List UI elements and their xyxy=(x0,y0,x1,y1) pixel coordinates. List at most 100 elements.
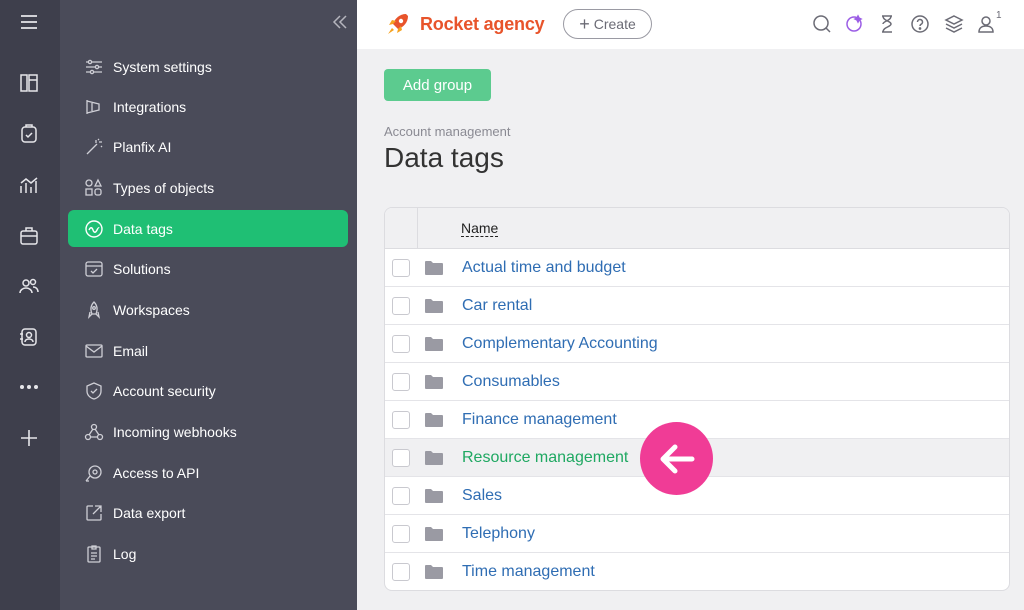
hourglass-icon[interactable] xyxy=(876,13,898,35)
sidebar-item-data-tags[interactable]: Data tags xyxy=(68,210,348,247)
sidebar-item-incoming-webhooks[interactable]: Incoming webhooks xyxy=(68,413,348,450)
settings-sidebar: System settings Integrations Planfix AI … xyxy=(60,0,357,610)
task-icon[interactable] xyxy=(18,123,40,145)
row-checkbox[interactable] xyxy=(392,486,410,505)
brand-name: Rocket agency xyxy=(420,13,545,34)
chart-icon[interactable] xyxy=(18,174,40,196)
notification-count: 1 xyxy=(996,10,1002,21)
sidebar-item-email[interactable]: Email xyxy=(68,332,348,369)
tag-group-link[interactable]: Complementary Accounting xyxy=(462,335,658,353)
plug-icon xyxy=(83,96,105,118)
tag-group-link[interactable]: Consumables xyxy=(462,373,560,391)
row-checkbox[interactable] xyxy=(392,372,410,391)
sidebar-item-solutions[interactable]: Solutions xyxy=(68,250,348,287)
folder-icon xyxy=(425,337,443,351)
tag-group-link[interactable]: Actual time and budget xyxy=(462,259,626,277)
create-label: Create xyxy=(593,16,636,32)
sidebar-item-label: Access to API xyxy=(113,464,200,481)
folder-icon xyxy=(425,413,443,427)
table-body: Actual time and budget Car rental Compleme… xyxy=(385,249,1009,590)
row-checkbox[interactable] xyxy=(392,448,410,467)
row-checkbox[interactable] xyxy=(392,524,410,543)
rocket-logo-icon xyxy=(388,14,408,34)
row-checkbox[interactable] xyxy=(392,563,410,581)
contact-icon[interactable] xyxy=(18,326,40,348)
sidebar-item-workspaces[interactable]: Workspaces xyxy=(68,291,348,328)
top-header: Rocket agency + Create xyxy=(357,0,1024,49)
brand-logo[interactable]: Rocket agency xyxy=(384,10,545,38)
tag-group-link[interactable]: Sales xyxy=(462,487,502,505)
plus-icon[interactable] xyxy=(18,427,40,449)
sidebar-item-planfix-ai[interactable]: Planfix AI xyxy=(68,128,348,165)
export-icon xyxy=(83,502,105,524)
row-checkbox[interactable] xyxy=(392,296,410,315)
table-row[interactable]: Actual time and budget xyxy=(385,249,1009,287)
wave-icon xyxy=(83,218,105,240)
books-icon[interactable] xyxy=(18,72,40,94)
collapse-sidebar-icon[interactable] xyxy=(330,12,350,32)
data-tags-table: Name Actual time and budget Car rental Com… xyxy=(384,207,1010,591)
sidebar-item-label: Data export xyxy=(113,504,186,521)
sidebar-item-integrations[interactable]: Integrations xyxy=(68,88,348,125)
sidebar-item-label: Solutions xyxy=(113,260,171,277)
column-divider xyxy=(417,208,418,249)
ai-assistant-icon[interactable] xyxy=(843,13,865,35)
people-icon[interactable] xyxy=(18,275,40,297)
briefcase-icon[interactable] xyxy=(18,225,40,247)
sidebar-item-label: Email xyxy=(113,342,149,359)
plus-icon: + xyxy=(579,14,590,34)
search-icon[interactable] xyxy=(811,13,833,35)
table-row[interactable]: Time management xyxy=(385,553,1009,590)
webhook-icon xyxy=(83,421,105,443)
sidebar-item-label: Log xyxy=(113,545,137,562)
row-checkbox[interactable] xyxy=(392,410,410,429)
tag-group-link[interactable]: Resource management xyxy=(462,449,628,467)
more-icon[interactable] xyxy=(18,376,40,398)
sidebar-item-label: Planfix AI xyxy=(113,138,172,155)
tag-group-link[interactable]: Telephony xyxy=(462,525,535,543)
sidebar-item-data-export[interactable]: Data export xyxy=(68,494,348,531)
table-header: Name xyxy=(385,208,1009,249)
row-checkbox[interactable] xyxy=(392,258,410,277)
breadcrumb[interactable]: Account management xyxy=(384,124,510,139)
sidebar-item-label: Account security xyxy=(113,382,216,399)
folder-icon xyxy=(425,451,443,465)
sidebar-item-types-of-objects[interactable]: Types of objects xyxy=(68,169,348,206)
folder-icon xyxy=(425,375,443,389)
table-row[interactable]: Complementary Accounting xyxy=(385,325,1009,363)
clipboard-icon xyxy=(83,543,105,565)
help-icon[interactable] xyxy=(909,13,931,35)
sidebar-item-account-security[interactable]: Account security xyxy=(68,372,348,409)
shapes-icon xyxy=(83,177,105,199)
sidebar-item-label: Data tags xyxy=(113,220,173,237)
sidebar-item-label: Types of objects xyxy=(113,179,215,196)
api-icon xyxy=(83,462,105,484)
table-row[interactable]: Car rental xyxy=(385,287,1009,325)
table-row[interactable]: Consumables xyxy=(385,363,1009,401)
shield-icon xyxy=(83,380,105,402)
icon-rail xyxy=(0,0,60,610)
sidebar-item-system-settings[interactable]: System settings xyxy=(68,48,348,85)
sidebar-item-label: Incoming webhooks xyxy=(113,423,237,440)
sliders-icon xyxy=(83,56,105,78)
sidebar-item-log[interactable]: Log xyxy=(68,535,348,572)
folder-icon xyxy=(425,489,443,503)
column-header-name[interactable]: Name xyxy=(461,221,499,237)
tag-group-link[interactable]: Time management xyxy=(462,563,595,581)
envelope-icon xyxy=(83,340,105,362)
add-group-button[interactable]: Add group xyxy=(384,69,491,101)
row-checkbox[interactable] xyxy=(392,334,410,353)
folder-icon xyxy=(425,527,443,541)
tag-group-link[interactable]: Car rental xyxy=(462,297,532,315)
page-title: Data tags xyxy=(384,142,504,173)
sidebar-item-access-to-api[interactable]: Access to API xyxy=(68,454,348,491)
magic-wand-icon xyxy=(83,136,105,158)
folder-icon xyxy=(425,261,443,275)
sidebar-item-label: Integrations xyxy=(113,98,187,115)
user-icon[interactable] xyxy=(976,13,998,35)
table-row[interactable]: Telephony xyxy=(385,515,1009,553)
tag-group-link[interactable]: Finance management xyxy=(462,411,617,429)
menu-icon[interactable] xyxy=(18,11,40,33)
create-button[interactable]: + Create xyxy=(563,9,652,39)
layers-icon[interactable] xyxy=(943,13,965,35)
